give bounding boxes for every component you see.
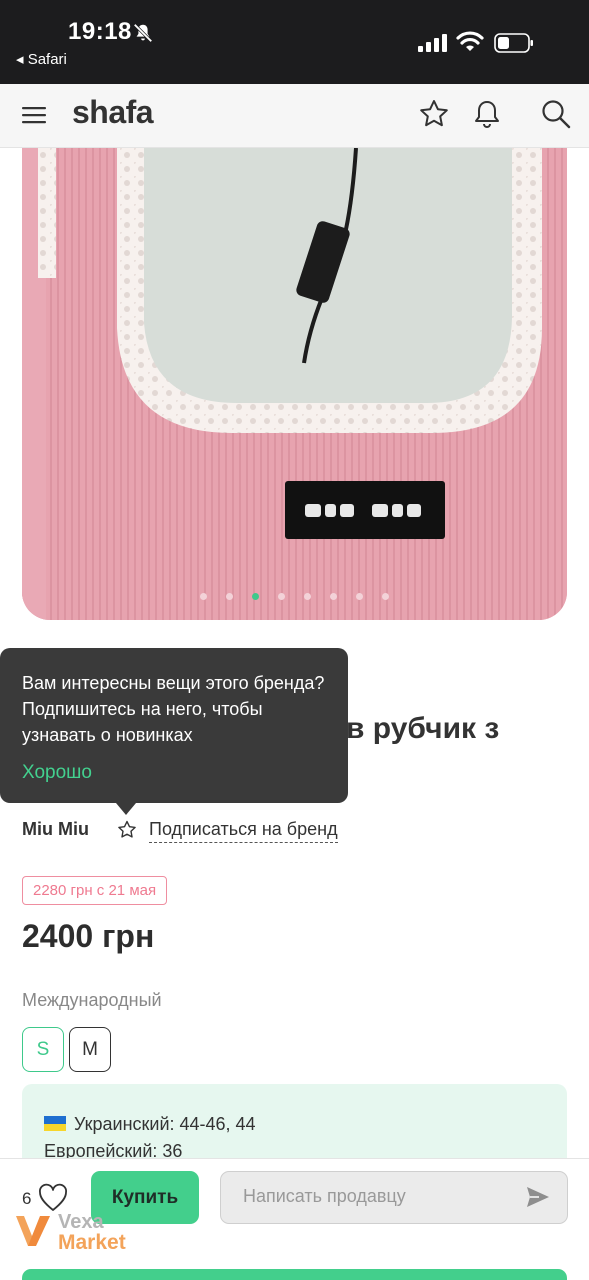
gallery-dot[interactable] xyxy=(330,593,337,600)
brand-name[interactable]: Miu Miu xyxy=(22,819,89,840)
star-icon[interactable] xyxy=(418,98,450,130)
price-drop-badge: 2280 грн с 21 мая xyxy=(22,876,168,905)
product-photo-drawing xyxy=(22,148,567,620)
wifi-icon xyxy=(456,31,484,51)
bell-icon[interactable] xyxy=(471,98,503,130)
size-ukrainian: Украинский: 44-46, 44 xyxy=(74,1114,256,1134)
status-time: 19:18 xyxy=(68,18,132,45)
vexa-logo-icon xyxy=(16,1216,50,1246)
back-to-safari-link[interactable]: ◂ Safari xyxy=(16,50,67,68)
gallery-dot[interactable] xyxy=(304,593,311,600)
watermark-vexa: Vexa xyxy=(58,1211,104,1233)
gallery-dot[interactable] xyxy=(382,593,389,600)
gallery-dot[interactable] xyxy=(278,593,285,600)
size-option-s[interactable]: S xyxy=(22,1027,64,1072)
message-seller-input[interactable]: Написать продавцу xyxy=(220,1171,568,1224)
product-title: в рубчик з xyxy=(346,712,500,745)
menu-icon[interactable] xyxy=(22,104,48,126)
send-icon[interactable] xyxy=(525,1185,551,1209)
size-system-label: Международный xyxy=(22,990,162,1010)
size-option-m[interactable]: M xyxy=(69,1027,111,1072)
shafa-logo[interactable]: shafa xyxy=(72,94,154,131)
search-icon[interactable] xyxy=(540,98,572,130)
gallery-dots[interactable] xyxy=(22,593,567,600)
star-icon[interactable] xyxy=(117,820,137,840)
tooltip-arrow xyxy=(116,803,136,815)
tooltip-ok-button[interactable]: Хорошо xyxy=(22,762,92,784)
size-ukrainian-row: Украинский: 44-46, 44 xyxy=(44,1111,545,1138)
status-bar: 19:18 ◂ Safari xyxy=(0,0,589,84)
message-placeholder: Написать продавцу xyxy=(243,1186,406,1206)
gallery-dot[interactable] xyxy=(252,593,259,600)
price: 2400 грн xyxy=(22,918,155,954)
gallery-dot[interactable] xyxy=(356,593,363,600)
bell-slash-icon xyxy=(133,23,153,43)
ukraine-flag-icon xyxy=(44,1116,66,1131)
secondary-action-button[interactable] xyxy=(22,1269,567,1280)
cellular-signal-icon xyxy=(418,34,447,52)
gallery-dot[interactable] xyxy=(200,593,207,600)
watermark-market: Market xyxy=(58,1231,126,1254)
gallery-dot[interactable] xyxy=(226,593,233,600)
vexa-market-watermark: Vexa Market xyxy=(14,1212,144,1256)
battery-icon xyxy=(494,33,533,53)
app-header: shafa xyxy=(0,84,589,148)
tooltip-text: Вам интересны вещи этого бренда? Подпиши… xyxy=(22,673,325,745)
heart-icon[interactable] xyxy=(37,1183,69,1213)
brand-subscribe-tooltip: Вам интересны вещи этого бренда? Подпиши… xyxy=(0,648,348,803)
subscribe-brand-link[interactable]: Подписаться на бренд xyxy=(149,819,338,843)
likes-count: 6 xyxy=(22,1189,32,1208)
product-photo[interactable] xyxy=(22,148,567,620)
